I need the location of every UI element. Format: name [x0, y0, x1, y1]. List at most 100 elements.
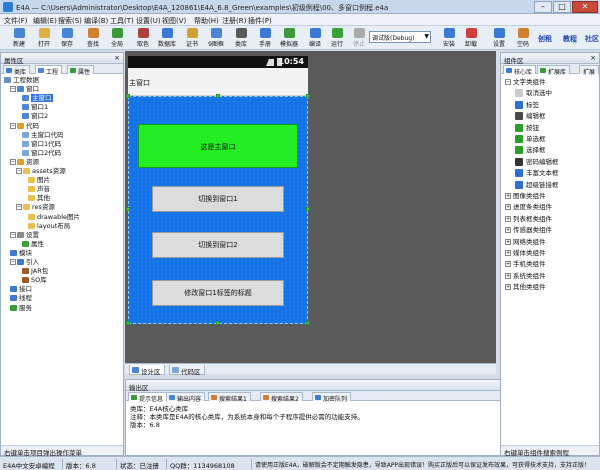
component-item[interactable]: 超级链接框 — [515, 180, 559, 191]
expand-toggle-icon[interactable]: + — [505, 227, 511, 234]
toolbar-link-1[interactable]: 教程 — [563, 34, 577, 44]
expand-toggle-icon[interactable]: + — [505, 272, 511, 279]
menu-item-1[interactable]: 编辑(E) — [33, 16, 57, 26]
tab-code[interactable]: 代码区 — [169, 365, 205, 376]
toolbar-link-2[interactable]: 社区 — [585, 34, 599, 44]
expand-toggle-icon[interactable]: + — [505, 250, 511, 256]
tree-node[interactable]: 模块 — [10, 249, 32, 257]
toolbar-button-14[interactable]: 停止 — [348, 27, 370, 49]
resize-handle[interactable] — [306, 207, 310, 211]
expand-toggle-icon[interactable]: − — [10, 231, 16, 238]
component-item[interactable]: 选择框 — [515, 145, 546, 156]
expand-toggle-icon[interactable]: + — [505, 261, 511, 268]
component-item[interactable]: + 网络类组件 — [505, 237, 546, 248]
component-item[interactable]: 编辑框 — [515, 111, 546, 122]
toolbar-button-9[interactable]: 类库 — [230, 27, 252, 49]
tree-node[interactable]: − 窗口 — [10, 85, 39, 93]
component-item[interactable]: + 手机类组件 — [505, 259, 546, 270]
tree-node[interactable]: drawable图片 — [28, 213, 80, 221]
tree-node[interactable]: 主窗口代码 — [22, 131, 64, 139]
tree-node[interactable]: layout布局 — [28, 222, 70, 230]
component-item[interactable]: 单选框 — [515, 134, 546, 145]
tree-node[interactable]: 属性 — [22, 240, 44, 248]
tree-node[interactable]: 图片 — [28, 176, 50, 184]
extension-side-tab[interactable]: 扩展 — [579, 65, 600, 76]
output-tab-1[interactable]: 输出内容 — [166, 392, 206, 403]
expand-toggle-icon[interactable]: − — [10, 86, 16, 93]
component-item[interactable]: − 文字类组件 — [505, 77, 546, 88]
expand-toggle-icon[interactable]: − — [16, 168, 22, 174]
toolbar-button-4[interactable]: 全局 — [106, 27, 128, 49]
tree-node[interactable]: 工程数据 — [4, 76, 39, 84]
minimize-button[interactable]: – — [534, 1, 552, 13]
expand-toggle-icon[interactable]: + — [505, 204, 511, 211]
resize-handle[interactable] — [126, 207, 130, 211]
toolbar-button-10[interactable]: 手册 — [254, 27, 276, 49]
toolbar-button-3[interactable]: 查找 — [82, 27, 104, 49]
output-tab-4[interactable]: 加密队列 — [312, 392, 352, 403]
resize-handle[interactable] — [216, 321, 220, 325]
tab-design[interactable]: 设计区 — [129, 365, 165, 376]
component-item[interactable]: + 其他类组件 — [505, 282, 546, 293]
component-item[interactable]: + 列表框类组件 — [505, 214, 552, 225]
component-tab-1[interactable]: 扩展库 — [537, 65, 571, 76]
designer-canvas[interactable]: 10:54 主窗口 这是主窗口 切换到窗口1 切换到窗口2 修改窗口1标签的标题 — [125, 51, 496, 363]
component-item[interactable]: + 媒体类组件 — [505, 248, 546, 259]
tree-node[interactable]: 接口 — [10, 285, 32, 293]
toolbar-link-0[interactable]: 创租 — [538, 34, 552, 44]
component-item[interactable]: + 传感器类组件 — [505, 225, 552, 236]
component-tab-0[interactable]: 核心库 — [503, 65, 537, 76]
component-item[interactable]: + 进度条类组件 — [505, 202, 552, 213]
tree-node[interactable]: − 设置 — [10, 231, 39, 239]
menu-item-2[interactable]: 搜索(S) — [58, 16, 82, 26]
tree-node[interactable]: 服务 — [10, 304, 32, 312]
tree-node[interactable]: − assets资源 — [16, 167, 66, 175]
toolbar-button-7[interactable]: 证书 — [181, 27, 203, 49]
menu-item-4[interactable]: 工具(T) — [110, 16, 134, 26]
tree-node[interactable]: − 代码 — [10, 122, 39, 130]
menu-item-0[interactable]: 文件(F) — [4, 16, 28, 26]
expand-toggle-icon[interactable]: + — [505, 193, 511, 199]
tree-node[interactable]: 窗口2 — [22, 112, 48, 120]
tree-node[interactable]: − 引入 — [10, 258, 39, 266]
component-item[interactable]: 密码编辑框 — [515, 157, 559, 168]
tree-node[interactable]: − res资源 — [16, 203, 55, 211]
output-tab-0[interactable]: 提示信息 — [128, 392, 168, 403]
component-item[interactable]: 标签 — [515, 100, 539, 111]
menu-item-3[interactable]: 编译(B) — [84, 16, 108, 26]
tree-node[interactable]: 窗口2代码 — [22, 149, 61, 157]
expand-toggle-icon[interactable]: − — [505, 79, 511, 85]
toolbar-button-18[interactable]: 空码 — [512, 27, 534, 49]
menu-item-8[interactable]: 注册(R) — [222, 16, 246, 26]
left-tab-0[interactable]: 类库 — [3, 65, 31, 76]
tree-node[interactable]: 主窗口 — [22, 94, 53, 103]
expand-toggle-icon[interactable]: + — [505, 215, 511, 222]
expand-toggle-icon[interactable]: + — [505, 238, 511, 245]
build-config-select[interactable]: 调试版(Debug) ▼ — [369, 31, 431, 43]
left-tab-1[interactable]: 工程 — [35, 65, 63, 76]
menu-item-6[interactable]: 视图(V) — [162, 16, 186, 26]
expand-toggle-icon[interactable]: − — [16, 204, 22, 211]
tree-node[interactable]: 其他 — [28, 194, 50, 202]
component-item[interactable]: 取消选中 — [515, 88, 552, 99]
toolbar-button-16[interactable]: 卸载 — [460, 27, 482, 49]
expand-toggle-icon[interactable]: − — [10, 122, 16, 129]
component-item[interactable]: 丰富文本框 — [515, 168, 559, 179]
toolbar-button-5[interactable]: 取色 — [132, 27, 154, 49]
tree-node[interactable]: 窗口1代码 — [22, 140, 61, 148]
menu-item-5[interactable]: 设置(U) — [136, 16, 161, 26]
maximize-button[interactable]: □ — [553, 1, 571, 13]
component-item[interactable]: 按钮 — [515, 123, 539, 134]
tree-node[interactable]: SO库 — [22, 276, 47, 284]
toolbar-button-6[interactable]: 数据库 — [156, 27, 178, 49]
expand-toggle-icon[interactable]: − — [10, 259, 16, 265]
close-icon[interactable]: × — [114, 54, 120, 62]
resize-handle[interactable] — [216, 94, 220, 98]
resize-handle[interactable] — [306, 94, 310, 98]
close-button[interactable]: ✕ — [572, 1, 598, 13]
menu-item-7[interactable]: 帮助(H) — [194, 16, 219, 26]
tree-node[interactable]: 窗口1 — [22, 103, 48, 111]
close-icon[interactable]: × — [590, 54, 596, 62]
expand-toggle-icon[interactable]: − — [10, 158, 16, 165]
tree-node[interactable]: 声音 — [28, 185, 50, 193]
